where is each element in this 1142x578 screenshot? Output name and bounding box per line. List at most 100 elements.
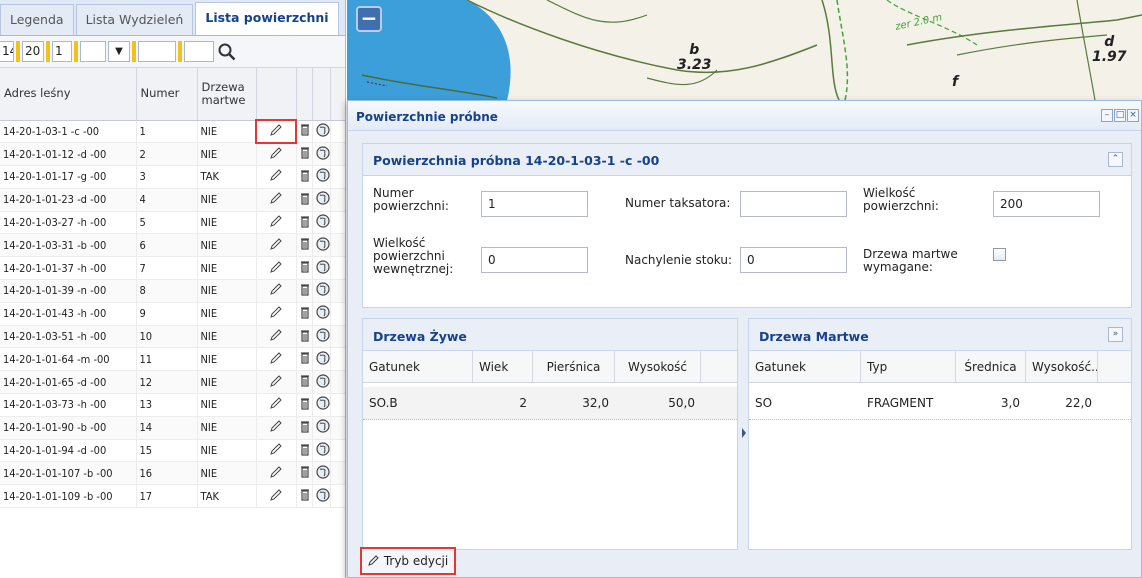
- dead-col-srednica[interactable]: Średnica: [956, 351, 1026, 382]
- table-row[interactable]: 14-20-1-01-39 -n -00 8 NIE: [0, 279, 345, 303]
- edit-row-button[interactable]: [256, 439, 297, 463]
- edit-row-button[interactable]: [256, 256, 297, 281]
- table-row[interactable]: 14-20-1-01-23 -d -00 4 NIE: [0, 188, 345, 212]
- table-row[interactable]: 14-20-1-03-27 -h -00 5 NIE: [0, 211, 345, 235]
- tab-lista-wydzielen[interactable]: Lista Wydzieleń: [75, 4, 194, 35]
- delete-row-button[interactable]: [296, 347, 313, 372]
- edit-row-button[interactable]: [256, 393, 297, 417]
- locate-row-button[interactable]: [312, 461, 331, 486]
- edit-row-button[interactable]: [256, 279, 297, 303]
- table-row[interactable]: 14-20-1-01-12 -d -00 2 NIE: [0, 142, 345, 167]
- delete-row-button[interactable]: [296, 302, 313, 326]
- delete-row-button[interactable]: [296, 165, 313, 189]
- drzewa-martwe-wymagane-checkbox[interactable]: [993, 248, 1006, 261]
- edit-row-button[interactable]: [256, 302, 297, 326]
- dead-col-wysokosc[interactable]: Wysokość...: [1026, 351, 1098, 382]
- delete-row-button[interactable]: [296, 325, 313, 349]
- maximize-button[interactable]: □: [1114, 109, 1126, 122]
- table-row[interactable]: 14-20-1-03-73 -h -00 13 NIE: [0, 393, 345, 417]
- filter-field-5[interactable]: [138, 41, 176, 62]
- zoom-out-button[interactable]: −: [356, 6, 382, 32]
- table-row[interactable]: 14-20-1-01-107 -b -00 16 NIE: [0, 461, 345, 486]
- numer-powierzchni-input[interactable]: 1: [481, 191, 588, 217]
- delete-row-button[interactable]: [296, 279, 313, 303]
- filter-field-4[interactable]: [80, 41, 106, 62]
- edit-row-button[interactable]: [256, 461, 297, 486]
- delete-row-button[interactable]: [296, 188, 313, 212]
- delete-row-button[interactable]: [296, 120, 313, 144]
- delete-row-button[interactable]: [296, 439, 313, 463]
- delete-row-button[interactable]: [296, 393, 313, 417]
- locate-row-button[interactable]: [312, 279, 331, 303]
- table-row[interactable]: 14-20-1-03-31 -b -00 6 NIE: [0, 233, 345, 258]
- live-col-wysokosc[interactable]: Wysokość: [615, 351, 701, 382]
- tab-lista-powierzchni[interactable]: Lista powierzchni: [195, 2, 339, 35]
- edit-row-button[interactable]: [256, 142, 297, 167]
- filter-field-1[interactable]: 14: [0, 41, 14, 62]
- locate-row-button[interactable]: [312, 142, 331, 167]
- column-header-dead-trees[interactable]: Drzewa martwe: [197, 68, 257, 121]
- locate-row-button[interactable]: [312, 416, 331, 440]
- edit-mode-button[interactable]: Tryb edycji: [360, 547, 456, 575]
- close-button[interactable]: ×: [1127, 109, 1139, 122]
- table-row[interactable]: 14-20-1-03-51 -h -00 10 NIE: [0, 325, 345, 349]
- edit-row-button[interactable]: [255, 119, 297, 144]
- locate-row-button[interactable]: [312, 370, 331, 395]
- wielkosc-powierzchni-input[interactable]: 200: [993, 191, 1100, 217]
- locate-row-button[interactable]: [312, 188, 331, 212]
- edit-row-button[interactable]: [256, 188, 297, 212]
- locate-row-button[interactable]: [312, 256, 331, 281]
- live-col-piersnica[interactable]: Pierśnica: [533, 351, 615, 382]
- filter-dropdown[interactable]: ▼: [108, 41, 130, 62]
- locate-row-button[interactable]: [312, 302, 331, 326]
- edit-row-button[interactable]: [256, 416, 297, 440]
- locate-row-button[interactable]: [312, 325, 331, 349]
- live-tree-row[interactable]: SO.B 2 32,0 50,0: [363, 387, 737, 420]
- edit-row-button[interactable]: [256, 233, 297, 258]
- edit-row-button[interactable]: [256, 347, 297, 372]
- live-col-gatunek[interactable]: Gatunek: [363, 351, 473, 382]
- edit-row-button[interactable]: [256, 370, 297, 395]
- live-col-wiek[interactable]: Wiek: [473, 351, 533, 382]
- nachylenie-stoku-input[interactable]: 0: [740, 247, 847, 273]
- edit-row-button[interactable]: [256, 325, 297, 349]
- panel-splitter[interactable]: [740, 318, 748, 550]
- table-row[interactable]: 14-20-1-01-65 -d -00 12 NIE: [0, 370, 345, 395]
- locate-row-button[interactable]: [312, 233, 331, 258]
- expand-button[interactable]: »: [1108, 327, 1123, 342]
- dead-tree-row[interactable]: SO FRAGMENT 3,0 22,0: [749, 387, 1131, 420]
- minimize-button[interactable]: –: [1101, 109, 1113, 122]
- delete-row-button[interactable]: [296, 484, 313, 509]
- wielkosc-wewnetrzna-input[interactable]: 0: [481, 247, 588, 273]
- table-row[interactable]: 14-20-1-01-43 -h -00 9 NIE: [0, 302, 345, 326]
- numer-taksatora-input[interactable]: [740, 191, 847, 217]
- table-row[interactable]: 14-20-1-01-17 -g -00 3 TAK: [0, 165, 345, 189]
- filter-field-6[interactable]: [184, 41, 214, 62]
- locate-row-button[interactable]: [312, 347, 331, 372]
- table-row[interactable]: 14-20-1-01-37 -h -00 7 NIE: [0, 256, 345, 281]
- locate-row-button[interactable]: [312, 393, 331, 417]
- collapse-button[interactable]: ⌃: [1108, 152, 1123, 167]
- delete-row-button[interactable]: [296, 142, 313, 167]
- delete-row-button[interactable]: [296, 370, 313, 395]
- table-row[interactable]: 14-20-1-01-90 -b -00 14 NIE: [0, 416, 345, 440]
- locate-row-button[interactable]: [312, 484, 331, 509]
- edit-row-button[interactable]: [256, 165, 297, 189]
- table-row[interactable]: 14-20-1-01-64 -m -00 11 NIE: [0, 347, 345, 372]
- tab-legenda[interactable]: Legenda: [0, 4, 74, 35]
- column-header-address[interactable]: Adres leśny: [0, 68, 137, 121]
- delete-row-button[interactable]: [296, 233, 313, 258]
- search-button[interactable]: [216, 41, 238, 63]
- locate-row-button[interactable]: [312, 120, 331, 144]
- delete-row-button[interactable]: [296, 256, 313, 281]
- locate-row-button[interactable]: [312, 211, 331, 235]
- table-row[interactable]: 14-20-1-03-1 -c -00 1 NIE: [0, 119, 345, 144]
- delete-row-button[interactable]: [296, 416, 313, 440]
- dead-col-typ[interactable]: Typ: [861, 351, 956, 382]
- table-row[interactable]: 14-20-1-01-109 -b -00 17 TAK: [0, 484, 345, 509]
- column-header-number[interactable]: Numer: [136, 68, 198, 121]
- delete-row-button[interactable]: [296, 461, 313, 486]
- edit-row-button[interactable]: [256, 484, 297, 509]
- filter-field-3[interactable]: 1: [52, 41, 72, 62]
- delete-row-button[interactable]: [296, 211, 313, 235]
